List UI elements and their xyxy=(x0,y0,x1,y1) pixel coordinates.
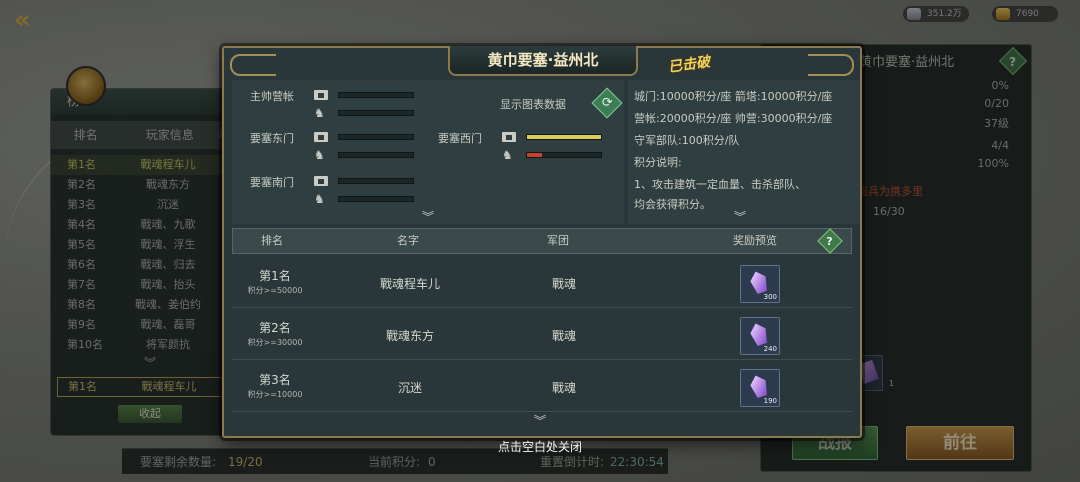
gate-name: 要塞南门 xyxy=(250,176,294,189)
reward-count: 240 xyxy=(763,345,777,353)
row-rank: 第1名 xyxy=(259,269,291,283)
table-row: 第2名 积分>=30000 戰魂东方 戰魂 240 xyxy=(232,310,852,360)
info-line: 1、攻击建筑一定血量、击杀部队、 xyxy=(634,178,806,191)
reward-table-header: 排名 名字 军团 奖励预览 ? xyxy=(232,228,852,254)
score-info-section: 城门:10000积分/座 箭塔:10000积分/座 营帐:20000积分/座 帅… xyxy=(628,80,860,224)
gate-name: 主帅营帐 xyxy=(250,90,294,103)
reward-count: 300 xyxy=(763,293,777,301)
purple-crystal-icon xyxy=(748,321,770,347)
troop-bar xyxy=(338,196,414,202)
table-row: 第1名 积分>=50000 戰魂程车儿 戰魂 300 xyxy=(232,258,852,308)
row-legion: 戰魂 xyxy=(551,277,576,291)
info-line: 守军部队:100积分/队 xyxy=(634,134,740,147)
close-hint-text: 点击空白处关闭 xyxy=(497,440,582,454)
row-player-name: 戰魂东方 xyxy=(385,329,434,343)
city-wall-icon xyxy=(314,132,328,142)
troop-icon: ♞ xyxy=(314,148,325,162)
row-legion: 戰魂 xyxy=(551,381,576,395)
col-reward: 奖励预览 xyxy=(733,234,777,247)
info-line: 营帐:20000积分/座 帅营:30000积分/座 xyxy=(634,112,833,125)
row-requirement: 积分>=10000 xyxy=(247,390,303,399)
info-line: 积分说明: xyxy=(634,156,682,169)
troop-icon: ♞ xyxy=(314,192,325,206)
hp-bar xyxy=(338,178,414,184)
purple-crystal-icon xyxy=(748,269,770,295)
troop-bar xyxy=(338,152,414,158)
hp-bar xyxy=(338,92,414,98)
row-rank: 第3名 xyxy=(259,373,291,387)
purple-crystal-icon xyxy=(748,373,770,399)
col-rank: 排名 xyxy=(261,234,283,247)
reward-item[interactable]: 240 xyxy=(740,317,780,355)
reward-count: 190 xyxy=(763,397,777,405)
row-player-name: 沉迷 xyxy=(397,381,422,395)
defeated-stamp: 已击破 xyxy=(667,54,712,76)
info-line: 城门:10000积分/座 箭塔:10000积分/座 xyxy=(634,90,833,103)
col-name: 名字 xyxy=(397,234,419,247)
modal-title: 黄巾要塞·益州北 xyxy=(448,46,638,76)
city-wall-icon xyxy=(502,132,516,142)
row-requirement: 积分>=50000 xyxy=(247,286,303,295)
troop-bar xyxy=(526,152,602,158)
ornament-right xyxy=(808,54,854,76)
col-legion: 军团 xyxy=(547,234,569,247)
gate-status-section: 主帅营帐 ♞ 要塞东门 ♞ 要塞南门 ♞ 要塞西门 ♞ 显示图表数据 ⟳ ︾ xyxy=(232,80,624,224)
chevron-down-icon[interactable]: ︾ xyxy=(422,208,434,225)
reward-item[interactable]: 300 xyxy=(740,265,780,303)
city-wall-icon xyxy=(314,176,328,186)
city-wall-icon xyxy=(314,90,328,100)
row-player-name: 戰魂程车儿 xyxy=(379,277,440,291)
help-icon[interactable]: ? xyxy=(817,228,843,254)
reward-item[interactable]: 190 xyxy=(740,369,780,407)
ornament-left xyxy=(230,54,276,76)
hp-bar xyxy=(526,134,602,140)
refresh-icon[interactable]: ⟳ xyxy=(591,87,623,119)
hp-bar xyxy=(338,134,414,140)
row-rank: 第2名 xyxy=(259,321,291,335)
chevron-down-icon[interactable]: ︾ xyxy=(534,412,546,429)
gate-name: 要塞东门 xyxy=(250,132,294,145)
info-line: 均会获得积分。 xyxy=(634,198,711,211)
gate-name: 要塞西门 xyxy=(438,132,482,145)
row-legion: 戰魂 xyxy=(551,329,576,343)
fortress-modal: 黄巾要塞·益州北 已击破 主帅营帐 ♞ 要塞东门 ♞ 要塞南门 ♞ 要塞西门 ♞… xyxy=(222,46,862,438)
troop-icon: ♞ xyxy=(314,106,325,120)
troop-icon: ♞ xyxy=(502,148,513,162)
chevron-down-icon[interactable]: ︾ xyxy=(734,208,746,224)
troop-bar xyxy=(338,110,414,116)
table-row: 第3名 积分>=10000 沉迷 戰魂 190 xyxy=(232,362,852,412)
chart-toggle-label: 显示图表数据 xyxy=(500,98,566,111)
row-requirement: 积分>=30000 xyxy=(247,338,303,347)
